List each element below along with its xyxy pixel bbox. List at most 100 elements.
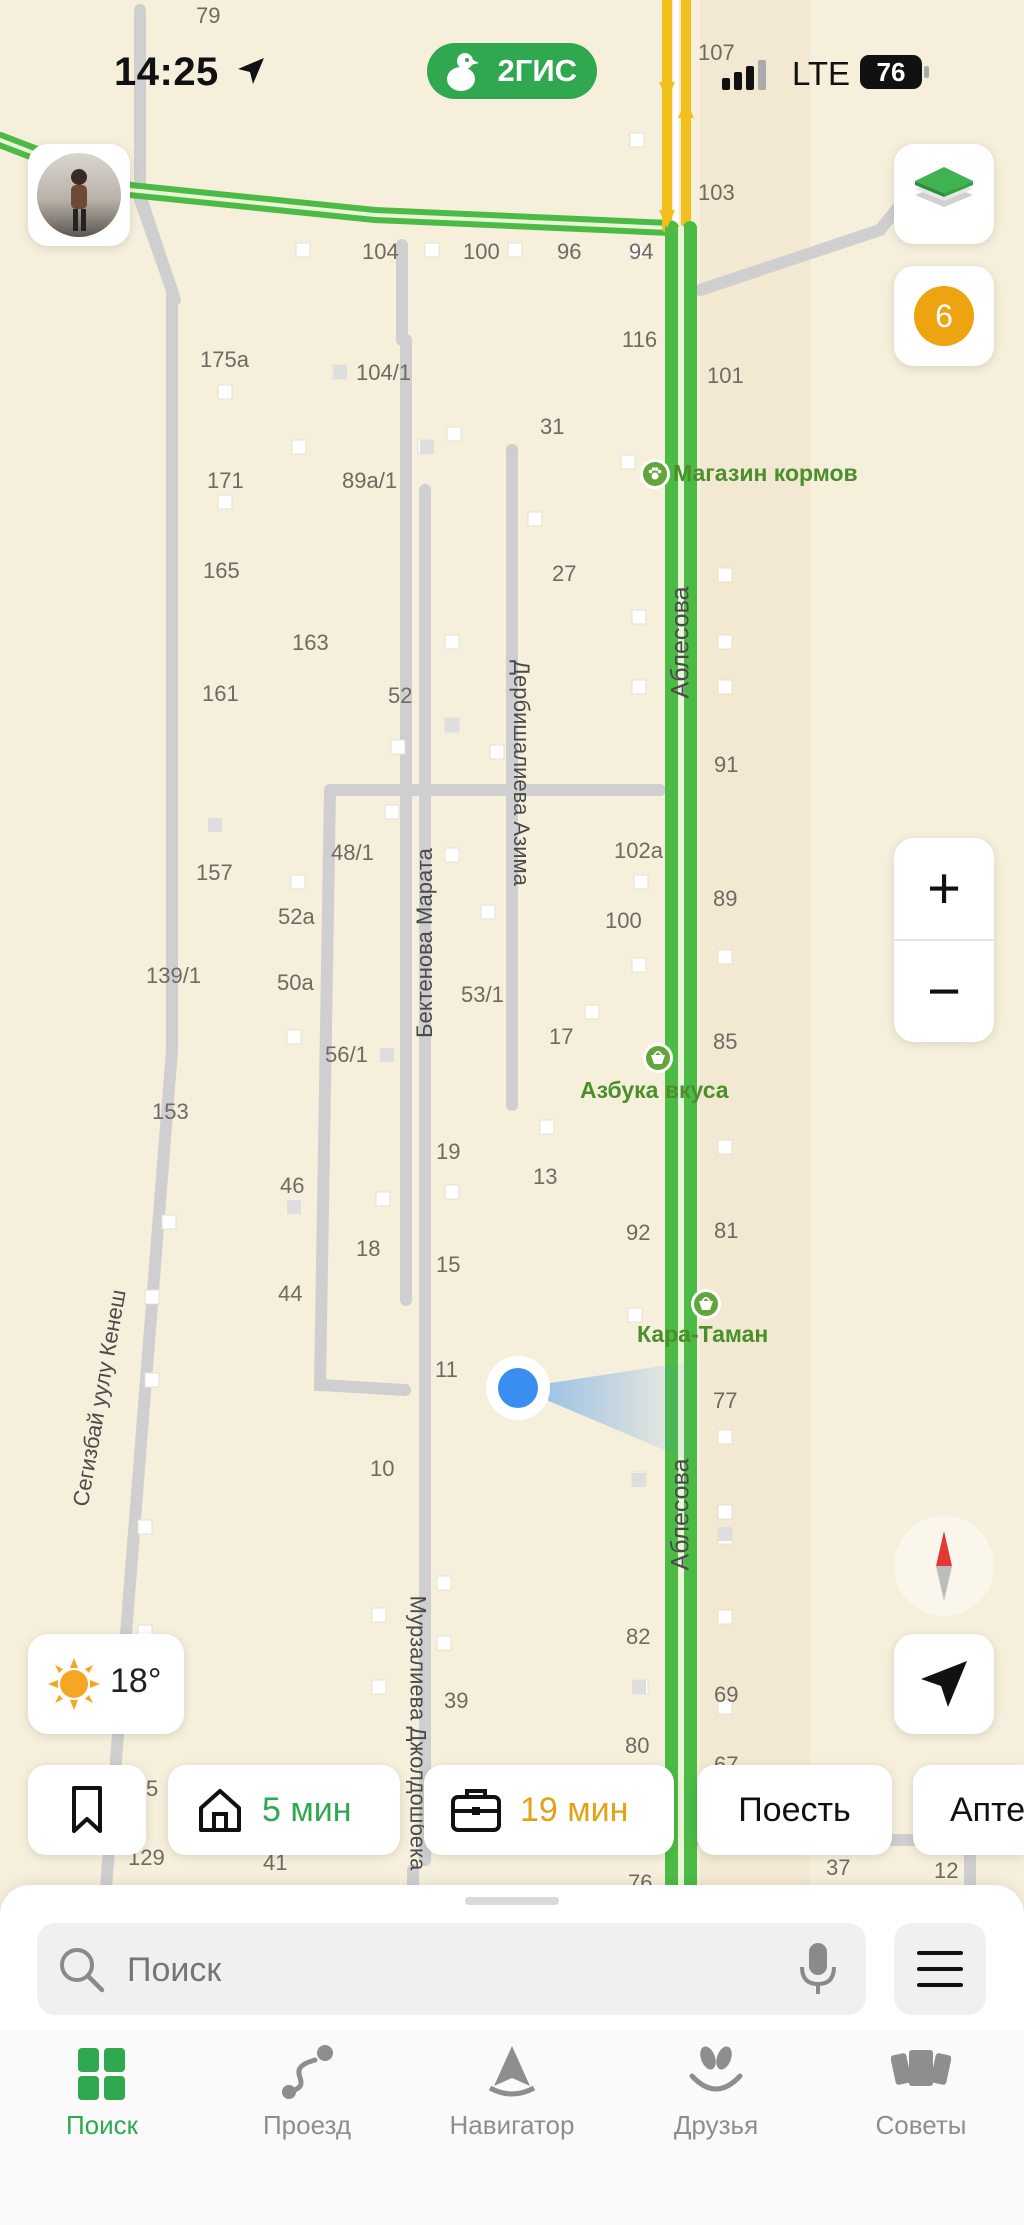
bookmarks-chip[interactable] xyxy=(28,1765,146,1855)
microphone-icon[interactable] xyxy=(799,1941,837,1997)
house-number: 102а xyxy=(614,838,663,863)
house-number: 104 xyxy=(362,239,399,264)
notifications-button[interactable]: 6 xyxy=(894,266,994,366)
menu-button[interactable] xyxy=(894,1923,986,2015)
house-number: 89а/1 xyxy=(342,468,398,493)
layers-icon xyxy=(915,167,973,207)
street-label-ablesova-1: Аблесова xyxy=(666,586,695,699)
zoom-in-button[interactable]: + xyxy=(894,838,994,939)
house-number: 37 xyxy=(826,1855,851,1880)
work-travel-time: 19 мин xyxy=(520,1790,629,1829)
house-number: 13 xyxy=(533,1164,558,1189)
house-number: 52а xyxy=(278,904,315,929)
battery-icon: 76 xyxy=(860,55,922,89)
house-number: 161 xyxy=(202,681,239,706)
house-number: 103 xyxy=(698,180,735,205)
house-number: 94 xyxy=(629,239,654,264)
tab-label-tips: Советы xyxy=(875,2110,967,2140)
tab-label-friends: Друзья xyxy=(673,2110,759,2140)
bookmark-icon xyxy=(72,1786,102,1833)
compass-button[interactable] xyxy=(894,1516,994,1616)
house-number: 53/1 xyxy=(461,982,504,1007)
house-number: 11 xyxy=(435,1357,458,1382)
pet-store-icon[interactable] xyxy=(640,459,670,489)
house-number: 116 xyxy=(622,327,658,352)
tab-label-navigator: Навигатор xyxy=(449,2110,575,2140)
pharmacy-chip[interactable]: Апте xyxy=(913,1765,1024,1855)
house-number: 50а xyxy=(277,970,314,995)
tips-icon xyxy=(891,2050,951,2086)
layers-button[interactable] xyxy=(894,144,994,244)
grocery-icon[interactable] xyxy=(691,1289,721,1319)
house-number: 5 xyxy=(146,1776,159,1801)
work-chip[interactable]: 19 мин xyxy=(424,1765,674,1855)
house-number: 89 xyxy=(713,886,738,911)
weather-widget[interactable]: 18° xyxy=(28,1634,184,1734)
house-number: 79 xyxy=(196,3,221,28)
tab-friends[interactable]: Друзья xyxy=(626,2040,806,2160)
house-number: 44 xyxy=(278,1281,303,1306)
house-number: 100 xyxy=(463,239,500,264)
status-time: 14:25 xyxy=(114,50,219,94)
zoom-out-button[interactable]: − xyxy=(894,941,994,1042)
notification-badge: 6 xyxy=(914,286,974,346)
tab-tips[interactable]: Советы xyxy=(831,2040,1011,2160)
house-number: 17 xyxy=(549,1024,574,1049)
house-number: 27 xyxy=(552,561,577,586)
briefcase-icon xyxy=(451,1789,501,1832)
network-type: LTE xyxy=(792,55,851,92)
tab-route[interactable]: Проезд xyxy=(217,2040,397,2160)
house-number: 69 xyxy=(714,1682,739,1707)
home-chip[interactable]: 5 мин xyxy=(168,1765,400,1855)
search-bar[interactable] xyxy=(37,1923,866,2015)
zoom-control: + − xyxy=(894,838,994,1042)
poi-label-kara-taman[interactable]: Кара-Таман xyxy=(637,1321,768,1348)
house-number: 171 xyxy=(207,468,244,493)
house-number: 39 xyxy=(444,1688,469,1713)
signal-icon xyxy=(722,58,772,97)
house-number: 96 xyxy=(557,239,582,264)
hamburger-icon xyxy=(917,1951,963,1987)
house-number: 15 xyxy=(436,1252,461,1277)
tab-label-search: Поиск xyxy=(65,2110,139,2140)
location-arrow-icon xyxy=(236,56,266,91)
pharmacy-chip-label: Апте xyxy=(950,1790,1024,1829)
grocery-icon[interactable] xyxy=(643,1043,673,1073)
eat-chip[interactable]: Поесть xyxy=(697,1765,892,1855)
tab-navigator[interactable]: Навигатор xyxy=(422,2040,602,2160)
house-number: 100 xyxy=(605,908,642,933)
house-number: 80 xyxy=(625,1733,650,1758)
friends-icon xyxy=(689,2046,743,2092)
search-icon xyxy=(60,1948,105,1993)
house-number: 31 xyxy=(540,414,565,439)
my-location-button[interactable] xyxy=(894,1634,994,1734)
house-number: 104/1 xyxy=(356,360,412,385)
house-number: 175а xyxy=(200,347,249,372)
house-number: 139/1 xyxy=(146,963,202,988)
tab-label-route: Проезд xyxy=(262,2110,352,2140)
house-number: 91 xyxy=(714,752,739,777)
weather-temperature: 18° xyxy=(110,1662,162,1700)
house-number: 48/1 xyxy=(331,840,374,865)
house-number: 101 xyxy=(707,363,744,388)
goose-logo-icon xyxy=(441,49,481,101)
eat-chip-label: Поесть xyxy=(738,1790,851,1829)
street-label-ablesova-2: Аблесова xyxy=(666,1458,695,1571)
avatar-button[interactable] xyxy=(28,144,130,246)
house-number: 52 xyxy=(388,683,413,708)
house-number: 92 xyxy=(626,1220,651,1245)
house-number: 163 xyxy=(292,630,329,655)
brand-badge: 2ГИС xyxy=(427,43,597,99)
search-input[interactable] xyxy=(125,1941,729,1999)
grid-icon xyxy=(78,2048,125,2100)
tab-search[interactable]: Поиск xyxy=(12,2040,192,2160)
house-number: 19 xyxy=(436,1139,461,1164)
brand-name: 2ГИС xyxy=(497,53,577,88)
house-number: 82 xyxy=(626,1624,651,1649)
poi-label-pet-store[interactable]: Магазин кормов xyxy=(673,460,858,487)
house-number: 56/1 xyxy=(325,1042,368,1067)
house-number: 153 xyxy=(152,1099,189,1124)
sheet-handle[interactable] xyxy=(465,1897,559,1905)
home-icon xyxy=(199,1789,241,1832)
poi-label-azbuka-vkusa[interactable]: Азбука вкуса xyxy=(580,1077,729,1104)
